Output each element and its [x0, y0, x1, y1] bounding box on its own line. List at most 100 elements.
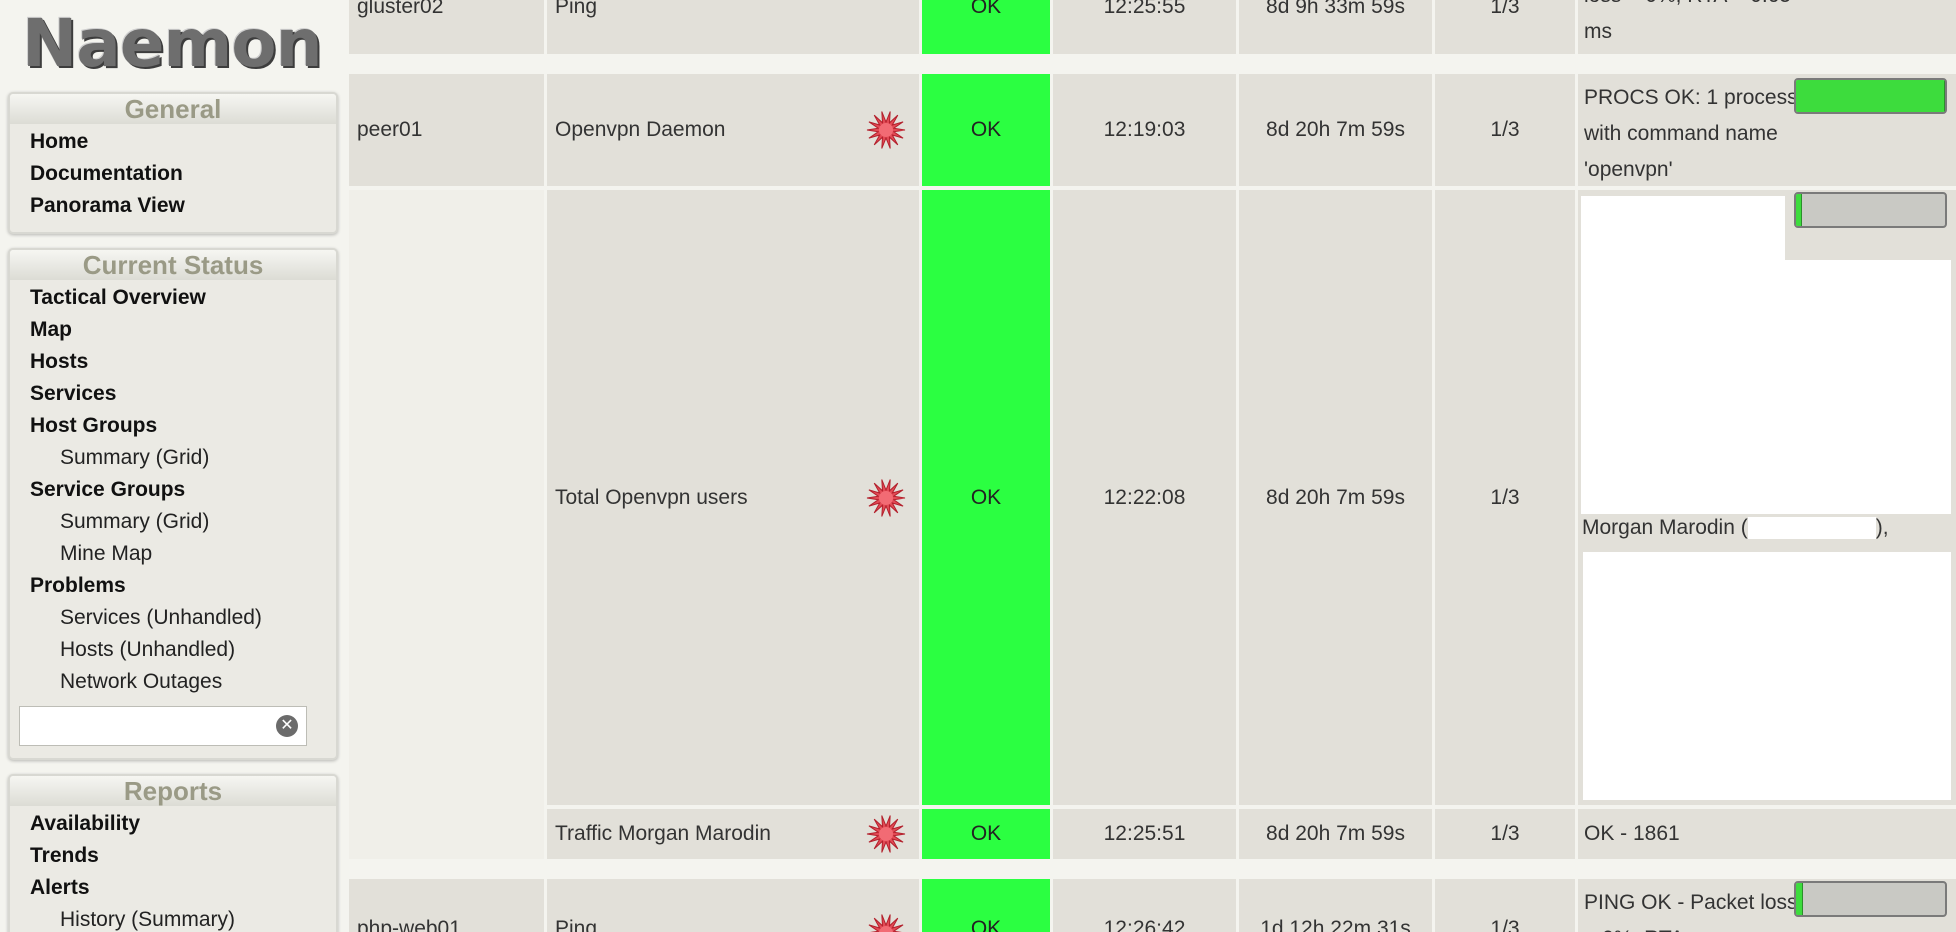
perfdata-bar-fill [1796, 883, 1804, 915]
status-cell: OK [922, 879, 1050, 932]
sidebar: Naemon General Home Documentation Panora… [0, 0, 345, 932]
service-name-cell[interactable]: Openvpn Daemon [547, 74, 919, 186]
service-name[interactable]: Openvpn Daemon [555, 118, 725, 142]
nav-service-groups-summary-grid[interactable]: Summary (Grid) [60, 510, 209, 534]
nav-trends[interactable]: Trends [30, 844, 99, 868]
nav-map[interactable]: Map [30, 318, 72, 342]
red-starburst-icon[interactable] [866, 814, 906, 854]
nav-availability[interactable]: Availability [30, 812, 140, 836]
nav-service-groups[interactable]: Service Groups [30, 478, 185, 502]
duration: 1d 12h 22m 31s [1260, 917, 1411, 932]
status-text: OK [970, 0, 1002, 18]
status-cell: OK [922, 190, 1050, 805]
last-check: 12:25:51 [1103, 822, 1186, 845]
nav-problems[interactable]: Problems [30, 574, 126, 598]
status-info: loss = 0%, RTA = 0.65 ms [1584, 0, 1791, 43]
attempt-cell: 1/3 [1435, 809, 1575, 859]
status-text: OK [970, 822, 1002, 845]
redacted-ip [1747, 517, 1876, 540]
attempt-cell: 1/3 [1435, 879, 1575, 932]
nav-hosts[interactable]: Hosts [30, 350, 88, 374]
duration-cell: 8d 20h 7m 59s [1239, 190, 1432, 805]
host-name-cell [349, 190, 544, 859]
status-cell: OK [922, 74, 1050, 186]
duration: 8d 9h 33m 59s [1266, 0, 1405, 18]
current-status-panel: Current Status Tactical Overview Map Hos… [8, 248, 338, 760]
general-panel-title: General [10, 94, 336, 124]
service-name[interactable]: Total Openvpn users [555, 486, 748, 510]
attempt: 1/3 [1490, 917, 1520, 932]
status-info: PING OK - Packet loss = 0%, RTA = [1584, 891, 1798, 932]
attempt-cell: 1/3 [1435, 0, 1575, 54]
nav-documentation[interactable]: Documentation [30, 162, 183, 186]
service-name-cell[interactable]: Total Openvpn users [547, 190, 919, 805]
perfdata-bar-fill [1796, 194, 1802, 226]
host-name-cell[interactable]: php-web01 [349, 879, 544, 932]
last-check-cell: 12:22:08 [1053, 190, 1236, 805]
status-info-cell: OK - 1861 [1578, 809, 1956, 859]
host-name-cell[interactable]: gluster02 [349, 0, 544, 54]
status-info-prefix: Morgan Marodin ( [1582, 516, 1748, 539]
service-name[interactable]: Ping [555, 917, 597, 932]
attempt: 1/3 [1490, 118, 1520, 141]
service-name-cell[interactable]: Ping [547, 0, 919, 54]
perfdata-bar [1794, 192, 1947, 228]
attempt: 1/3 [1490, 0, 1520, 18]
naemon-logo[interactable]: Naemon [22, 4, 323, 84]
service-name-cell[interactable]: Ping [547, 879, 919, 932]
duration: 8d 20h 7m 59s [1266, 118, 1405, 141]
nav-hosts-unhandled[interactable]: Hosts (Unhandled) [60, 638, 235, 662]
attempt: 1/3 [1490, 485, 1520, 509]
duration-cell: 8d 20h 7m 59s [1239, 809, 1432, 859]
sidebar-search-input[interactable] [20, 707, 260, 743]
general-panel: General Home Documentation Panorama View [8, 92, 338, 234]
host-name-cell[interactable]: peer01 [349, 74, 544, 186]
last-check: 12:19:03 [1103, 118, 1186, 141]
last-check: 12:26:42 [1103, 917, 1186, 932]
red-starburst-icon[interactable] [866, 478, 906, 518]
host-name[interactable]: peer01 [357, 118, 422, 142]
redacted-area [1785, 260, 1951, 514]
last-check-cell: 12:25:55 [1053, 0, 1236, 54]
host-name[interactable]: php-web01 [357, 917, 461, 932]
nav-panorama-view[interactable]: Panorama View [30, 194, 185, 218]
nav-history-summary[interactable]: History (Summary) [60, 908, 235, 932]
status-info: PROCS OK: 1 process with command name 'o… [1584, 86, 1798, 181]
nav-home[interactable]: Home [30, 130, 88, 154]
last-check-cell: 12:25:51 [1053, 809, 1236, 859]
red-starburst-icon[interactable] [866, 110, 906, 150]
perfdata-bar [1794, 78, 1947, 114]
service-name[interactable]: Ping [555, 0, 597, 19]
service-name[interactable]: Traffic Morgan Marodin [555, 822, 771, 846]
host-name[interactable]: gluster02 [357, 0, 443, 19]
last-check: 12:25:55 [1103, 0, 1186, 18]
clear-search-icon[interactable]: ✕ [276, 715, 298, 737]
status-info-suffix: ), [1875, 516, 1889, 539]
nav-alerts[interactable]: Alerts [30, 876, 90, 900]
status-cell: OK [922, 809, 1050, 859]
last-check: 12:22:08 [1103, 485, 1186, 509]
service-status-table: gluster02 Ping OK 12:25:55 8d 9h 33m 59s… [349, 0, 1956, 932]
nav-services[interactable]: Services [30, 382, 116, 406]
duration-cell: 1d 12h 22m 31s [1239, 879, 1432, 932]
duration-cell: 8d 20h 7m 59s [1239, 74, 1432, 186]
status-info: OK - 1861 [1584, 822, 1680, 845]
last-check-cell: 12:19:03 [1053, 74, 1236, 186]
perfdata-bar [1794, 881, 1947, 917]
nav-services-unhandled[interactable]: Services (Unhandled) [60, 606, 262, 630]
nav-mine-map[interactable]: Mine Map [60, 542, 152, 566]
nav-host-groups-summary-grid[interactable]: Summary (Grid) [60, 446, 209, 470]
duration: 8d 20h 7m 59s [1266, 485, 1405, 509]
nav-network-outages[interactable]: Network Outages [60, 670, 222, 694]
status-text: OK [970, 917, 1002, 932]
red-starburst-icon[interactable] [866, 913, 906, 932]
nav-host-groups[interactable]: Host Groups [30, 414, 157, 438]
duration-cell: 8d 9h 33m 59s [1239, 0, 1432, 54]
redacted-area [1581, 196, 1785, 514]
status-info: Morgan Marodin (), [1582, 516, 1889, 540]
reports-panel: Reports Availability Trends Alerts Histo… [8, 774, 338, 932]
attempt-cell: 1/3 [1435, 190, 1575, 805]
nav-tactical-overview[interactable]: Tactical Overview [30, 286, 206, 310]
sidebar-search-field[interactable]: ✕ [19, 706, 307, 746]
service-name-cell[interactable]: Traffic Morgan Marodin [547, 809, 919, 859]
